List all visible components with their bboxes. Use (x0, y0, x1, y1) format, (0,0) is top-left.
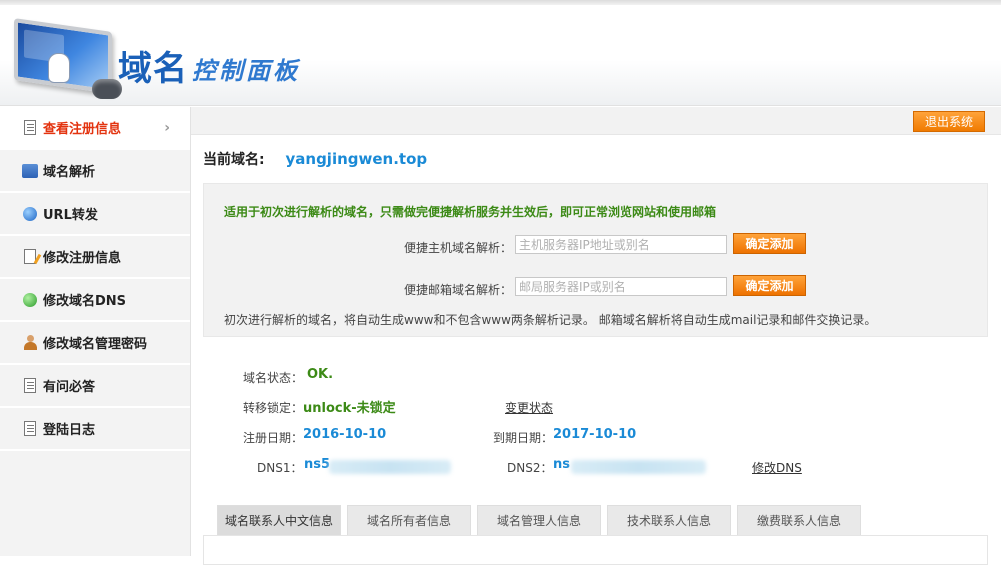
sidebar-item-label: 修改域名DNS (43, 294, 127, 309)
sidebar-item-label: 修改注册信息 (43, 251, 122, 266)
registration-date-label: 注册日期： (243, 431, 304, 445)
quick-resolution-note: 适用于初次进行解析的域名，只需做完便捷解析服务并生效后，即可正常浏览网站和使用邮… (224, 205, 717, 219)
host-resolution-label: 便捷主机域名解析： (403, 241, 512, 255)
sidebar-item-login-log[interactable]: 登陆日志 (0, 408, 190, 451)
document-icon (22, 421, 38, 437)
tab-owner[interactable]: 域名所有者信息 (347, 505, 471, 535)
network-icon (22, 163, 38, 179)
sidebar-item-dns-resolution[interactable]: 域名解析 (0, 150, 190, 193)
dns2-value: ns (553, 457, 570, 472)
logo-subtitle: 控制面板 (192, 57, 300, 85)
user-icon (22, 335, 38, 351)
current-domain: 当前域名: yangjingwen.top (203, 149, 427, 169)
lock-value: unlock-未锁定 (303, 401, 396, 416)
logo-title: 域名 (118, 49, 188, 89)
sidebar-item-edit-dns[interactable]: 修改域名DNS (0, 279, 190, 322)
registration-date-value: 2016-10-10 (303, 427, 387, 442)
change-status-link[interactable]: 变更状态 (505, 399, 553, 416)
expiry-date-label: 到期日期： (493, 431, 554, 445)
globe-icon (22, 206, 38, 222)
host-add-button[interactable]: 确定添加 (733, 233, 806, 254)
sidebar-item-label: 修改域名管理密码 (43, 337, 148, 352)
top-toolbar: 退出系统 (191, 107, 1001, 135)
sidebar-item-faq[interactable]: 有问必答 (0, 365, 190, 408)
current-domain-label: 当前域名: (203, 152, 265, 168)
expiry-date-value: 2017-10-10 (553, 427, 637, 442)
edit-document-icon (22, 249, 38, 265)
sidebar-item-label: URL转发 (43, 208, 98, 223)
sidebar-item-label: 登陆日志 (43, 423, 96, 438)
sidebar-item-label: 有问必答 (43, 380, 96, 395)
host-resolution-input[interactable] (515, 235, 727, 254)
mail-resolution-input[interactable] (515, 277, 727, 296)
main-content: 退出系统 当前域名: yangjingwen.top 适用于初次进行解析的域名，… (191, 107, 1001, 565)
modify-dns-link[interactable]: 修改DNS (752, 459, 802, 476)
tab-admin[interactable]: 域名管理人信息 (477, 505, 601, 535)
tab-billing[interactable]: 缴费联系人信息 (737, 505, 861, 535)
hand-cursor-icon (48, 53, 70, 83)
document-icon (22, 120, 38, 136)
dns1-redaction (329, 460, 451, 474)
status-value: OK. (307, 367, 334, 382)
sidebar-item-edit-password[interactable]: 修改域名管理密码 (0, 322, 190, 365)
contact-tabs: 域名联系人中文信息 域名所有者信息 域名管理人信息 技术联系人信息 缴费联系人信… (217, 505, 867, 535)
sidebar: 查看注册信息 › 域名解析 URL转发 修改注册信息 修改域名DNS 修改域名管… (0, 107, 191, 556)
mail-resolution-label: 便捷邮箱域名解析： (403, 283, 512, 297)
chevron-right-icon: › (164, 120, 170, 136)
dns2-label: DNS2： (507, 461, 553, 475)
sidebar-item-edit-registration[interactable]: 修改注册信息 (0, 236, 190, 279)
dns1-value: ns5 (304, 457, 331, 472)
status-label: 域名状态： (243, 371, 304, 385)
dns1-label: DNS1： (257, 461, 303, 475)
dns-icon (22, 292, 38, 308)
lock-label: 转移锁定： (243, 401, 304, 415)
document-icon (22, 378, 38, 394)
sidebar-item-label: 查看注册信息 (43, 122, 122, 137)
tab-contact-chinese[interactable]: 域名联系人中文信息 (217, 505, 341, 535)
sidebar-item-url-forward[interactable]: URL转发 (0, 193, 190, 236)
header: 域名 控制面板 (0, 5, 1001, 106)
tab-content (203, 535, 988, 565)
dns2-redaction (571, 460, 706, 474)
mail-add-button[interactable]: 确定添加 (733, 275, 806, 296)
sidebar-item-view-registration[interactable]: 查看注册信息 › (0, 107, 190, 150)
tab-technical[interactable]: 技术联系人信息 (607, 505, 731, 535)
logout-button[interactable]: 退出系统 (913, 111, 985, 132)
quick-resolution-footnote: 初次进行解析的域名，将自动生成www和不包含www两条解析记录。 邮箱域名解析将… (224, 313, 877, 327)
sidebar-item-label: 域名解析 (43, 165, 96, 180)
current-domain-value: yangjingwen.top (285, 150, 428, 168)
quick-resolution-panel: 适用于初次进行解析的域名，只需做完便捷解析服务并生效后，即可正常浏览网站和使用邮… (203, 183, 988, 337)
